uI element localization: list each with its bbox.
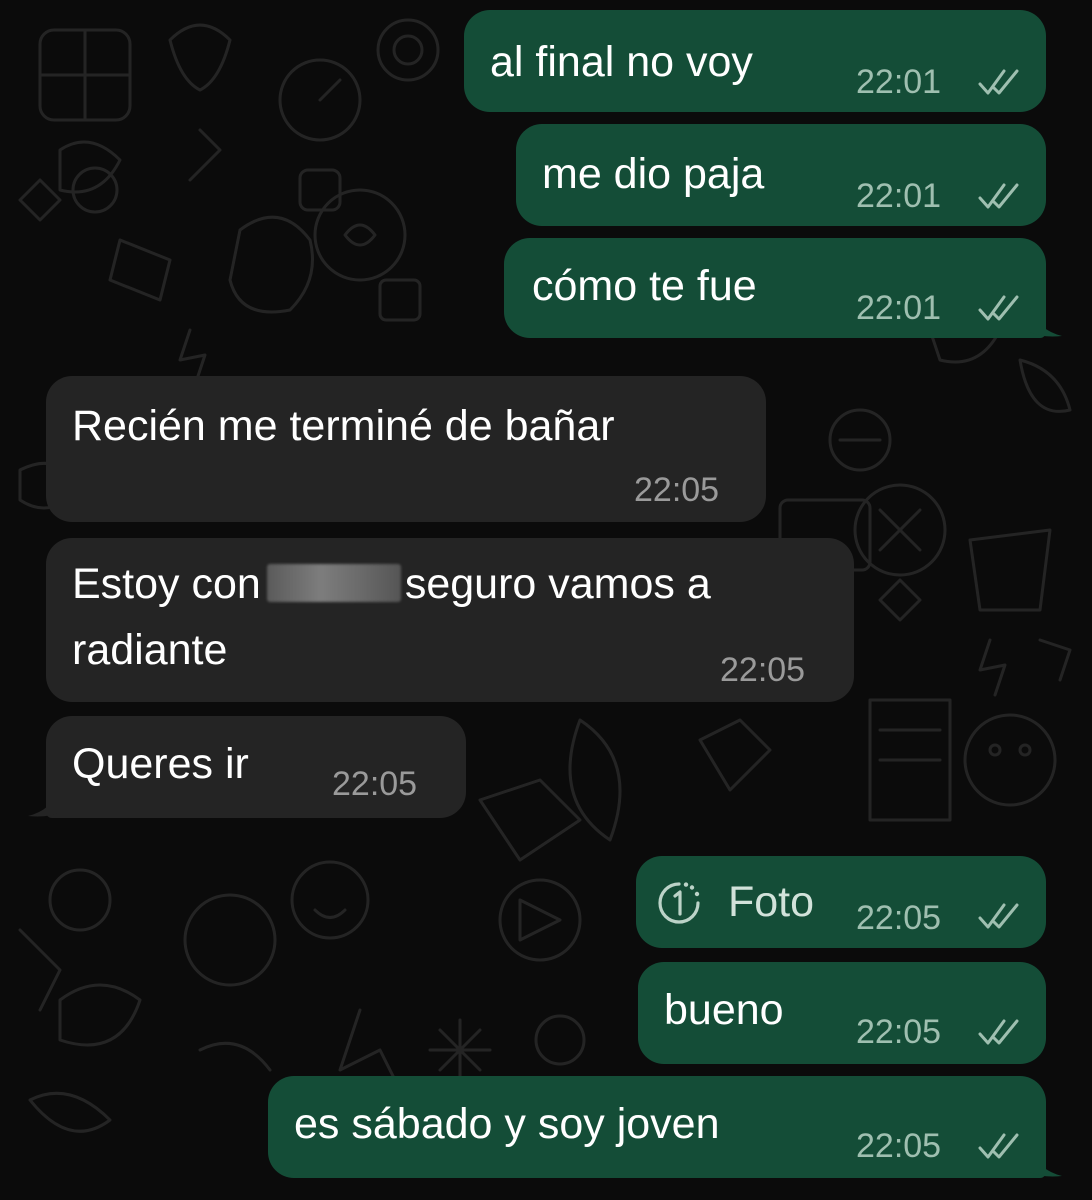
message-time: 22:05 bbox=[856, 1127, 942, 1165]
double-check-icon bbox=[978, 1019, 1019, 1045]
message-text: Queres ir bbox=[72, 740, 249, 788]
message-text: Foto bbox=[728, 878, 815, 926]
double-check-icon bbox=[978, 295, 1019, 321]
view-once-photo-message[interactable]: Foto 22:05 bbox=[636, 856, 1046, 948]
outgoing-message[interactable]: al final no voy 22:01 bbox=[464, 10, 1046, 112]
message-time: 22:05 bbox=[856, 1013, 942, 1051]
double-check-icon bbox=[978, 183, 1019, 209]
message-text: al final no voy bbox=[490, 38, 753, 86]
double-check-icon bbox=[978, 903, 1019, 929]
message-text: Recién me terminé de bañar bbox=[72, 402, 615, 450]
outgoing-message[interactable]: bueno 22:05 bbox=[638, 962, 1046, 1064]
message-time: 22:05 bbox=[720, 651, 806, 689]
message-text-part: seguro vamos a bbox=[404, 560, 711, 608]
outgoing-message[interactable]: me dio paja 22:01 bbox=[516, 124, 1046, 226]
bubble-tail bbox=[1030, 1148, 1062, 1177]
message-time: 22:01 bbox=[856, 177, 942, 215]
message-time: 22:05 bbox=[856, 899, 942, 937]
message-time: 22:05 bbox=[332, 765, 418, 803]
message-time: 22:01 bbox=[856, 289, 942, 327]
message-text-part: Estoy con bbox=[72, 560, 261, 608]
message-time: 22:01 bbox=[856, 63, 942, 101]
bubble-tail bbox=[1030, 308, 1062, 337]
incoming-message[interactable]: Recién me terminé de bañar 22:05 bbox=[46, 376, 766, 522]
message-text-line1: Estoy con seguro vamos a bbox=[72, 554, 711, 614]
bubble-tail bbox=[28, 788, 60, 817]
message-text: es sábado y soy joven bbox=[294, 1100, 720, 1148]
double-check-icon bbox=[978, 69, 1019, 95]
message-text-line2: radiante bbox=[72, 626, 228, 674]
double-check-icon bbox=[978, 1133, 1019, 1159]
incoming-message[interactable]: Estoy con seguro vamos a radiante 22:05 bbox=[46, 538, 854, 702]
message-text: cómo te fue bbox=[532, 262, 757, 310]
message-text: me dio paja bbox=[542, 150, 765, 198]
message-text: bueno bbox=[664, 986, 784, 1034]
outgoing-message[interactable]: es sábado y soy joven 22:05 bbox=[268, 1076, 1046, 1178]
incoming-message[interactable]: Queres ir 22:05 bbox=[46, 716, 466, 818]
view-once-icon bbox=[658, 882, 700, 924]
message-time: 22:05 bbox=[634, 471, 720, 509]
chat-message-list[interactable]: al final no voy 22:01 me dio paja 22:01 … bbox=[0, 0, 1092, 1200]
outgoing-message[interactable]: cómo te fue 22:01 bbox=[504, 238, 1046, 338]
redacted-name bbox=[266, 564, 401, 602]
